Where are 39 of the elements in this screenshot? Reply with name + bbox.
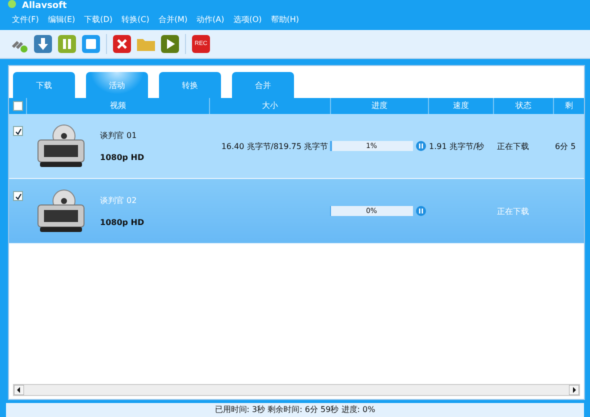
video-title: 谈判官 01 [100,130,138,141]
tab[interactable]: 下载 [13,72,75,98]
tab[interactable]: 活动 [86,72,148,98]
download-icon[interactable] [34,35,52,53]
speed-text: 1.91 兆字节/秒 [428,140,486,152]
row-checkbox[interactable] [13,126,23,136]
video-quality: 1080p HD [100,153,144,162]
status-text: 正在下载 [496,140,530,152]
menu-item[interactable]: 动作(A) [196,14,224,24]
menu-item[interactable]: 文件(F) [12,14,39,24]
app-logo-icon [8,0,16,8]
film-reel-icon [36,124,86,168]
status-text: 正在下载 [496,206,530,216]
scroll-right-icon[interactable] [569,385,579,395]
menu-item[interactable]: 帮助(H) [270,14,300,24]
delete-icon[interactable] [113,35,131,53]
horizontal-scrollbar[interactable] [13,384,580,396]
window-title: Allavsoft [22,2,67,8]
menu-item[interactable]: 合并(M) [158,14,188,24]
video-quality: 1080p HD [100,218,144,227]
size-text: 16.40 兆字节/819.75 兆字节 [220,140,329,152]
menu-item[interactable]: 转换(C) [122,14,150,24]
scroll-left-icon[interactable] [14,385,24,395]
menu-item[interactable]: 下载(D) [84,14,113,24]
menu-item[interactable]: 选项(O) [233,14,262,24]
video-title: 谈判官 02 [100,195,138,206]
pause-icon[interactable] [416,141,426,151]
pause-icon[interactable] [416,206,426,216]
pause-icon[interactable] [58,35,76,53]
play-icon[interactable] [161,35,179,53]
tab[interactable]: 转换 [159,72,221,98]
row-checkbox[interactable] [13,191,23,201]
film-reel-icon [36,189,86,233]
status-text: 已用时间: 3秒 剩余时间: 6分 59秒 进度: 0% [214,405,376,415]
stop-icon[interactable] [82,35,100,53]
menu-item[interactable]: 编辑(E) [48,14,76,24]
select-all-checkbox[interactable] [13,101,23,111]
tab[interactable]: 合并 [232,72,294,98]
remaining-text: 6分 5 [554,140,577,152]
